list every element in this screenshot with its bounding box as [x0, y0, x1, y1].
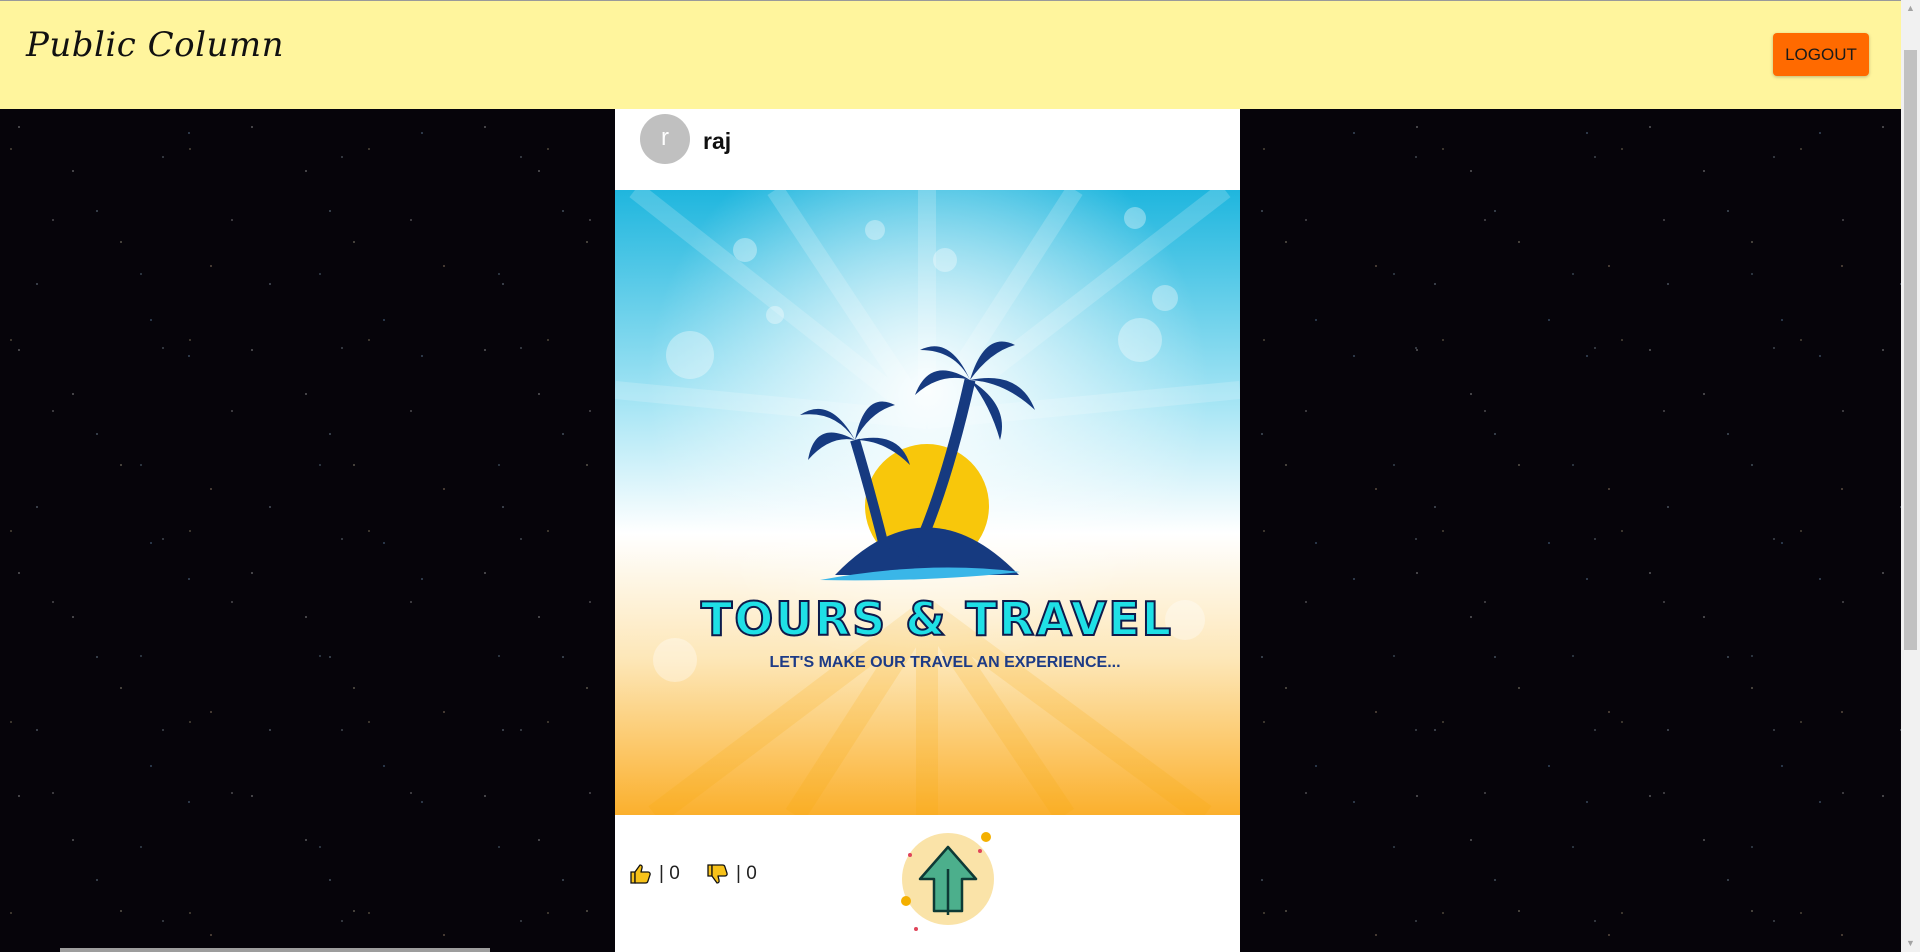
brand-logo[interactable]: Public Column — [26, 25, 284, 65]
avatar[interactable]: r — [640, 114, 690, 164]
post-card: r raj TOURS & TRAVEL LET'S MAKE OUR TRAV… — [615, 109, 1240, 952]
logout-button[interactable]: LOGOUT — [1773, 33, 1869, 76]
scroll-down-arrow-icon[interactable]: ▼ — [1901, 935, 1920, 952]
dislike-button[interactable]: | 0 — [706, 862, 757, 886]
image-tagline: LET'S MAKE OUR TRAVEL AN EXPERIENCE... — [769, 654, 1120, 671]
scroll-up-arrow-icon[interactable]: ▲ — [1901, 0, 1920, 17]
post-image[interactable]: TOURS & TRAVEL LET'S MAKE OUR TRAVEL AN … — [615, 190, 1240, 815]
dislike-count: | 0 — [736, 863, 757, 884]
top-navbar: Public Column LOGOUT — [0, 0, 1901, 109]
scroll-to-top-button[interactable] — [898, 829, 998, 934]
post-username[interactable]: raj — [703, 128, 731, 155]
thumbs-up-icon — [630, 864, 651, 884]
vertical-scrollbar[interactable]: ▲ ▼ — [1901, 0, 1920, 952]
scrollbar-thumb[interactable] — [1904, 50, 1917, 650]
horizontal-scrollbar[interactable] — [60, 948, 490, 952]
post-header: r raj — [615, 109, 1240, 189]
arrow-up-icon — [901, 832, 994, 931]
image-headline: TOURS & TRAVEL — [701, 592, 1173, 646]
like-button[interactable]: | 0 — [629, 862, 680, 886]
like-count: | 0 — [659, 863, 680, 884]
thumbs-down-icon — [707, 864, 728, 884]
tours-travel-image: TOURS & TRAVEL LET'S MAKE OUR TRAVEL AN … — [615, 190, 1240, 815]
